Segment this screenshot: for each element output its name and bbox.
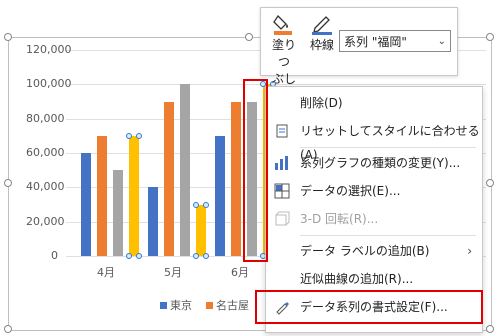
menu-item-add-trendline[interactable]: 近似曲線の追加(R)... — [266, 267, 482, 291]
selection-handle[interactable] — [136, 253, 142, 259]
mini-toolbar: 塗りつ ぶし 枠線 系列 "福岡" ⌄ — [260, 7, 458, 86]
x-tick-label: 4月 — [97, 266, 115, 279]
bar-series0-cat2[interactable] — [215, 135, 225, 256]
y-tick-label: 60,000 — [26, 146, 65, 159]
menu-item-label: 系列グラフの種類の変更(Y)... — [300, 156, 461, 170]
pen-icon — [307, 12, 337, 36]
menu-item-label: データ ラベルの追加(B) — [300, 244, 430, 258]
legend-swatch-nagoya — [206, 301, 213, 309]
legend-label-tokyo: 東京 — [170, 299, 192, 312]
data-select-icon — [274, 183, 290, 199]
rotate-3d-icon — [274, 211, 290, 227]
bar-series1-cat2[interactable] — [231, 101, 241, 256]
menu-item-3d-rotation: 3-D 回転(R)... — [266, 207, 482, 231]
menu-item-delete[interactable]: 削除(D) — [266, 91, 482, 115]
bar-series3-cat1[interactable] — [196, 204, 206, 256]
y-tick-label: 20,000 — [26, 214, 65, 228]
reset-style-icon — [274, 123, 290, 139]
bar-series3-cat0[interactable] — [129, 135, 139, 256]
fill-button[interactable]: 塗りつ ぶし — [267, 12, 301, 87]
chart-legend[interactable]: 東京 名古屋 — [160, 297, 249, 313]
selection-handle[interactable] — [136, 132, 142, 139]
menu-item-change-chart-type[interactable]: 系列グラフの種類の変更(Y)... — [266, 151, 482, 175]
highlight-selected-bar — [243, 79, 268, 262]
bar-series0-cat0[interactable] — [81, 153, 91, 256]
legend-item-tokyo[interactable]: 東京 — [160, 297, 192, 313]
menu-item-label: 削除(D) — [300, 96, 343, 110]
series-select-value: 系列 "福岡" — [344, 35, 407, 49]
y-tick-label: 80,000 — [26, 111, 65, 125]
menu-item-add-data-labels[interactable]: データ ラベルの追加(B) › — [266, 239, 482, 263]
menu-separator — [300, 235, 476, 236]
series-select[interactable]: 系列 "福岡" ⌄ — [339, 30, 451, 52]
selection-handle[interactable] — [126, 253, 132, 259]
outline-button-label: 枠線 — [309, 38, 334, 52]
menu-separator — [300, 147, 476, 148]
bar-series0-cat1[interactable] — [148, 187, 158, 256]
fill-button-label-1: 塗りつ — [271, 38, 296, 69]
x-tick-label: 5月 — [164, 266, 182, 279]
legend-label-nagoya: 名古屋 — [216, 299, 249, 312]
selection-handle[interactable] — [126, 132, 132, 139]
y-tick-label: 100,000 — [26, 77, 72, 91]
chart-type-icon — [274, 155, 290, 171]
bar-series1-cat1[interactable] — [164, 101, 174, 256]
x-tick-label: 6月 — [231, 266, 249, 279]
selection-handle[interactable] — [193, 201, 199, 208]
bar-series1-cat0[interactable] — [97, 135, 107, 256]
menu-item-label: 近似曲線の追加(R)... — [300, 272, 414, 286]
menu-item-select-data[interactable]: データの選択(E)... — [266, 179, 482, 203]
chevron-down-icon: ⌄ — [437, 36, 446, 47]
y-tick-label: 120,000 — [26, 43, 72, 56]
selection-handle[interactable] — [193, 253, 199, 259]
y-tick-label: 40,000 — [26, 180, 65, 194]
legend-swatch-tokyo — [160, 301, 167, 309]
fill-button-label-2: ぶし — [271, 72, 296, 86]
bar-series2-cat1[interactable] — [180, 84, 190, 256]
bar-series2-cat0[interactable] — [113, 170, 123, 256]
chevron-right-icon: › — [467, 244, 472, 258]
paint-bucket-icon — [267, 12, 301, 36]
y-tick-label: 0 — [51, 249, 58, 262]
menu-item-label: データの選択(E)... — [300, 184, 401, 198]
highlight-format-series-item — [255, 290, 483, 324]
outline-button[interactable]: 枠線 — [307, 12, 337, 53]
menu-item-label: 3-D 回転(R)... — [300, 212, 379, 226]
legend-item-nagoya[interactable]: 名古屋 — [206, 297, 249, 313]
selection-handle[interactable] — [203, 201, 209, 208]
selection-handle[interactable] — [203, 253, 209, 259]
menu-item-reset-style[interactable]: リセットしてスタイルに合わせる(A) — [266, 119, 482, 162]
